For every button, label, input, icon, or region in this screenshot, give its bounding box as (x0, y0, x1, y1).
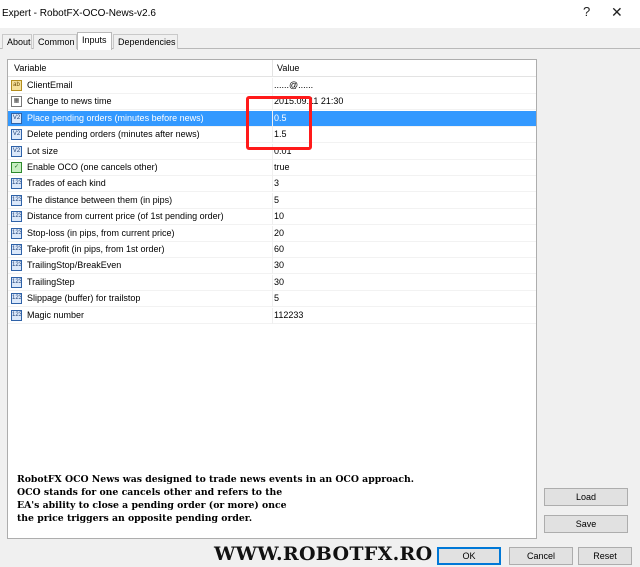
variable-name: Lot size (27, 145, 59, 156)
variable-value[interactable]: 5 (274, 293, 279, 303)
variable-name: Trades of each kind (27, 178, 106, 189)
table-row[interactable]: 123 Trades of each kind 3 (8, 176, 536, 193)
variable-value[interactable]: 3 (274, 178, 279, 188)
variable-name: TrailingStop/BreakEven (27, 260, 122, 271)
cell-divider (272, 242, 273, 258)
variable-value[interactable]: ......@...... (274, 80, 313, 90)
title-bar: Expert - RobotFX-OCO-News-v2.6 ? ✕ (0, 0, 640, 28)
cell-divider (272, 176, 273, 193)
variable-value[interactable]: 30 (274, 277, 284, 287)
int-icon: 123 (11, 244, 22, 255)
variable-name: Distance from current price (of 1st pend… (27, 211, 224, 222)
int-icon: 123 (11, 227, 22, 239)
int-icon: 123 (11, 211, 22, 223)
grid-header: Variable Value (8, 60, 536, 77)
value-column-header[interactable]: Value (277, 63, 299, 73)
double-icon: V2 (11, 145, 22, 157)
string-icon: ab (11, 80, 22, 91)
help-icon[interactable]: ? (583, 4, 590, 19)
variable-name: Magic number (27, 309, 85, 320)
description-text: RobotFX OCO News was designed to trade n… (17, 473, 477, 525)
cell-divider (272, 291, 273, 308)
reset-button[interactable]: Reset (578, 547, 632, 565)
int-icon: 123 (11, 178, 22, 190)
datetime-icon: ▦ (11, 96, 22, 108)
variable-name: Slippage (buffer) for trailstop (27, 293, 141, 304)
table-row[interactable]: 123 Distance from current price (of 1st p… (8, 209, 536, 226)
ok-button[interactable]: OK (437, 547, 501, 565)
window-title: Expert - RobotFX-OCO-News-v2.6 (2, 8, 156, 19)
variable-value[interactable]: 10 (274, 211, 284, 221)
load-button[interactable]: Load (544, 488, 628, 506)
cell-divider (272, 307, 273, 324)
column-divider[interactable] (272, 60, 273, 77)
table-row[interactable]: 123 The distance between them (in pips) 5 (8, 192, 536, 209)
highlight-box (246, 96, 312, 150)
tab-about[interactable]: About (2, 34, 32, 49)
bool-icon: ✓ (11, 162, 22, 173)
tab-strip: About Common Inputs Dependencies (0, 32, 640, 50)
double-icon: V2 (11, 112, 22, 124)
double-icon: V2 (11, 129, 22, 141)
table-row[interactable]: 123 Stop-loss (in pips, from current pric… (8, 225, 536, 242)
variable-value[interactable]: 30 (274, 260, 284, 270)
table-row[interactable]: 123 TrailingStep 30 (8, 274, 536, 291)
table-row[interactable]: 123 Slippage (buffer) for trailstop 5 (8, 291, 536, 308)
int-icon: 123 (11, 309, 22, 321)
save-button[interactable]: Save (544, 515, 628, 533)
variable-name: Change to news time (27, 96, 112, 107)
table-row[interactable]: ✓ Enable OCO (one cancels other) true (8, 160, 536, 176)
cell-divider (272, 209, 273, 226)
variable-name: Stop-loss (in pips, from current price) (27, 227, 175, 238)
int-icon: 123 (11, 276, 22, 288)
cell-divider (272, 160, 273, 176)
description-line: EA's ability to close a pending order (o… (17, 500, 287, 512)
table-row[interactable]: 123 TrailingStop/BreakEven 30 (8, 258, 536, 275)
variable-value[interactable]: 20 (274, 228, 284, 238)
int-icon: 123 (11, 293, 22, 305)
int-icon: 123 (11, 194, 22, 206)
table-row[interactable]: 123 Magic number 112233 (8, 307, 536, 324)
watermark-text: WWW.ROBOTFX.RO (214, 543, 433, 565)
variable-column-header[interactable]: Variable (14, 63, 46, 73)
description-line: the price triggers an opposite pending o… (17, 513, 253, 525)
cancel-button[interactable]: Cancel (509, 547, 573, 565)
cell-divider (272, 274, 273, 291)
cell-divider (272, 258, 273, 275)
cell-divider (272, 225, 273, 242)
variable-name: The distance between them (in pips) (27, 194, 173, 205)
variable-name: Delete pending orders (minutes after new… (27, 129, 200, 140)
description-line: OCO stands for one cancels other and ref… (17, 487, 283, 499)
variable-name: ClientEmail (27, 80, 73, 90)
variable-name: Enable OCO (one cancels other) (27, 162, 158, 172)
variable-name: Take-profit (in pips, from 1st order) (27, 244, 165, 254)
cell-divider (272, 78, 273, 94)
table-row[interactable]: ab ClientEmail ......@...... (8, 78, 536, 94)
table-row[interactable]: 123 Take-profit (in pips, from 1st order)… (8, 242, 536, 258)
close-icon[interactable]: ✕ (611, 4, 623, 21)
cell-divider (272, 192, 273, 209)
variable-value[interactable]: 5 (274, 195, 279, 205)
variable-name: TrailingStep (27, 276, 75, 287)
variable-value[interactable]: 112233 (274, 310, 303, 320)
tab-dependencies[interactable]: Dependencies (113, 34, 178, 49)
tab-inputs[interactable]: Inputs (77, 32, 112, 50)
tab-common[interactable]: Common (33, 34, 77, 49)
int-icon: 123 (11, 260, 22, 272)
variable-name: Place pending orders (minutes before new… (27, 112, 204, 123)
variable-value[interactable]: true (274, 162, 290, 172)
description-line: RobotFX OCO News was designed to trade n… (17, 474, 414, 485)
variable-value[interactable]: 60 (274, 244, 284, 254)
